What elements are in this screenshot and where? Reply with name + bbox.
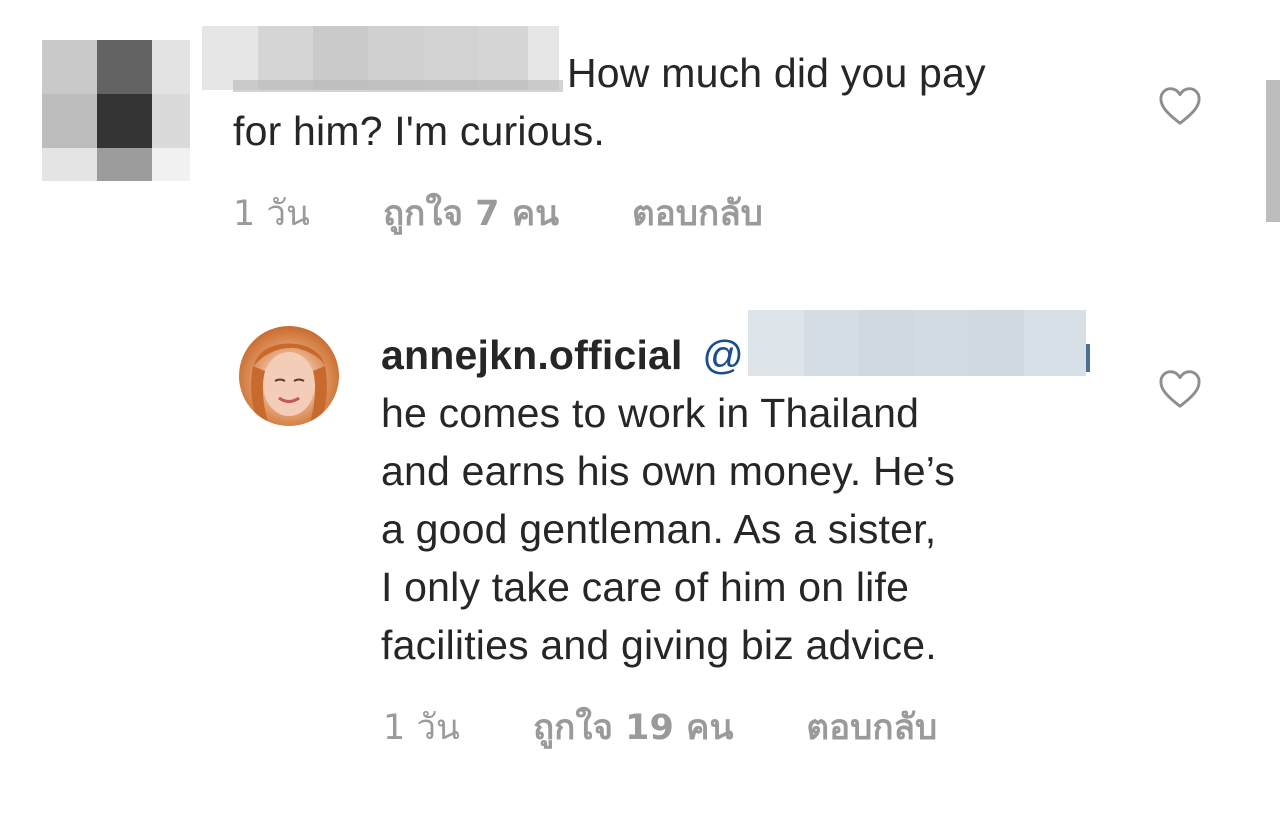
comment-username-link[interactable]: annejkn.official <box>381 332 683 378</box>
comment-text-line: for him? I'm curious. <box>233 108 606 154</box>
comment-header: annejkn.official @ <box>381 326 744 384</box>
comment-body: How much did you pay <box>567 44 986 102</box>
username-underline-censored <box>233 80 563 92</box>
reply-button[interactable]: ตอบกลับ <box>806 700 937 755</box>
reply-button[interactable]: ตอบกลับ <box>632 186 763 241</box>
mention-censored[interactable] <box>748 310 1086 376</box>
avatar[interactable] <box>239 326 339 426</box>
avatar-image <box>251 343 327 426</box>
likes-count-button[interactable]: ถูกใจ 19 คน <box>533 700 733 755</box>
comment-text-line: he comes to work in Thailand <box>381 390 920 436</box>
likes-count-button[interactable]: ถูกใจ 7 คน <box>383 186 559 241</box>
heart-outline-icon <box>1159 370 1201 408</box>
comment-text-line: and earns his own money. He’s <box>381 448 956 494</box>
comment-text-line: facilities and giving biz advice. <box>381 622 937 668</box>
comment-time: 1 วัน <box>233 194 310 234</box>
avatar-censored[interactable] <box>42 40 190 181</box>
comment-text-line: a good gentleman. As a sister, <box>381 506 937 552</box>
comment-meta: 1 วัน ถูกใจ 7 คน ตอบกลับ <box>233 186 763 241</box>
mention-link[interactable]: @ <box>702 332 744 378</box>
scrollbar-thumb[interactable] <box>1266 80 1280 222</box>
comment-text-line: I only take care of him on life <box>381 564 910 610</box>
comment-meta: 1 วัน ถูกใจ 19 คน ตอบกลับ <box>383 700 937 755</box>
comment-time: 1 วัน <box>383 708 460 748</box>
heart-outline-icon <box>1159 87 1201 125</box>
like-button[interactable] <box>1158 369 1202 409</box>
like-button[interactable] <box>1158 86 1202 126</box>
mention-tail <box>1086 344 1090 372</box>
comment-text-line: How much did you pay <box>567 50 986 96</box>
comment-body: for him? I'm curious. <box>233 102 605 160</box>
reply-body: he comes to work in Thailand and earns h… <box>381 384 955 674</box>
